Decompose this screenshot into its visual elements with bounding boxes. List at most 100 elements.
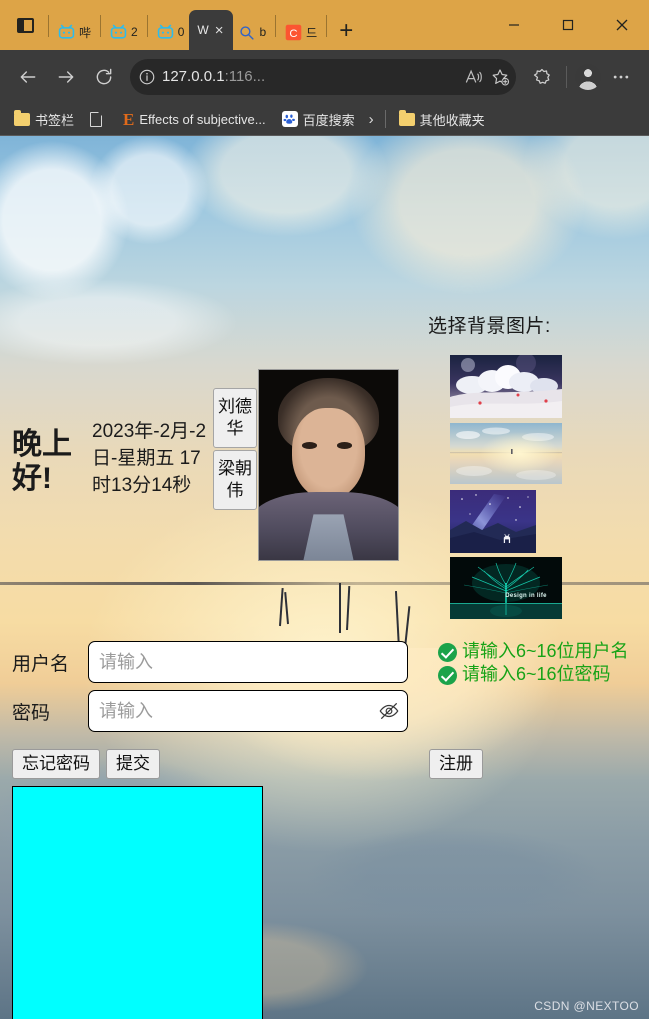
bookmark-other-favorites[interactable]: 其他收藏夹 <box>393 107 491 132</box>
star-button-liudehua[interactable]: 刘德华 <box>213 388 257 449</box>
forgot-password-button[interactable]: 忘记密码 <box>12 749 100 779</box>
back-arrow-icon <box>20 70 36 83</box>
thumbnail-teal-tree[interactable]: Design in life <box>450 557 562 619</box>
close-button[interactable] <box>595 0 649 50</box>
portrait-eye-right <box>336 442 353 449</box>
tab-bilibili-3[interactable]: 0 <box>152 14 190 50</box>
divider <box>146 15 148 37</box>
password-row: 密码 <box>0 690 649 732</box>
add-favorite-icon[interactable] <box>490 67 510 87</box>
submit-button[interactable]: 提交 <box>106 749 160 779</box>
more-icon <box>613 75 629 78</box>
tab-search[interactable]: b <box>233 14 271 50</box>
validation-hints: 请输入6~16位用户名 请输入6~16位密码 <box>438 641 646 687</box>
bookmark-label: 其他收藏夹 <box>419 112 485 128</box>
hint-password-text: 请输入6~16位密码 <box>462 664 611 685</box>
collections-icon <box>533 68 550 84</box>
tab-active-local[interactable]: W × <box>189 10 234 50</box>
login-form: 用户名 密码 <box>0 641 649 779</box>
page-icon <box>90 111 103 127</box>
minimize-button[interactable] <box>487 0 541 50</box>
forward-arrow-icon <box>58 70 74 83</box>
tab-title: b <box>259 25 267 39</box>
new-tab-button[interactable]: + <box>331 16 361 46</box>
page-content: 选择背景图片: Design in life 晚上好! 2023年-2月-2日-… <box>0 136 649 1019</box>
reload-icon <box>96 68 112 84</box>
sidebar-toggle-button[interactable] <box>6 0 44 50</box>
reload-button[interactable] <box>86 59 122 95</box>
csdn-icon: C <box>285 24 302 40</box>
teal-tree-thumb: Design in life <box>450 557 562 619</box>
check-circle-icon <box>438 666 457 686</box>
form-button-row: 忘记密码 提交 注册 <box>0 739 649 779</box>
bookmark-page-untitled[interactable] <box>84 109 113 130</box>
settings-more-button[interactable] <box>603 59 639 95</box>
password-input[interactable] <box>88 690 408 732</box>
watermark-text: CSDN @NEXTOO <box>534 999 639 1013</box>
cyan-canvas-box[interactable] <box>12 786 263 1019</box>
bookmarks-overflow-chevron-icon[interactable]: › <box>365 111 378 128</box>
sidebar-toggle-icon <box>16 17 34 33</box>
bookmark-baidu-search[interactable]: 百度搜索 <box>276 107 361 132</box>
maximize-icon <box>562 19 574 31</box>
hint-username: 请输入6~16位用户名 <box>438 641 646 662</box>
search-icon <box>240 25 255 40</box>
collections-button[interactable] <box>524 59 560 95</box>
username-field-wrap <box>88 641 408 683</box>
tab-title: 드 <box>306 25 318 40</box>
sunset-sea-thumb <box>450 423 562 484</box>
register-button[interactable]: 注册 <box>429 749 483 779</box>
baidu-paw-icon <box>283 113 295 124</box>
star-button-group: 刘德华 梁朝伟 <box>213 388 257 512</box>
back-button[interactable] <box>10 59 46 95</box>
tab-csdn[interactable]: C 드 <box>280 14 322 50</box>
url-text: 127.0.0.1:116... <box>162 68 458 85</box>
folder-icon <box>398 109 415 126</box>
username-input[interactable] <box>88 641 408 683</box>
bookmark-label: 百度搜索 <box>302 112 355 128</box>
star-button-liangchaowei[interactable]: 梁朝伟 <box>213 450 257 511</box>
folder-icon <box>14 109 30 126</box>
thumbnail-sunset-sea[interactable] <box>450 423 562 484</box>
greeting-text: 晚上好! <box>12 428 72 495</box>
bookmark-folder-shuqianlan[interactable]: 书签栏 <box>8 107 80 132</box>
portrait-image <box>258 369 399 561</box>
forward-button[interactable] <box>48 59 84 95</box>
close-icon <box>616 19 628 31</box>
tab-strip: 哔 2 0 W × b C 드 + <box>0 0 361 50</box>
divider <box>275 15 277 37</box>
galaxy-deer-thumb <box>450 490 536 553</box>
thumbnail-snow-clouds[interactable] <box>450 355 562 418</box>
hint-password: 请输入6~16位密码 <box>438 664 646 686</box>
window-controls <box>487 0 649 50</box>
tab-title: W <box>197 23 209 37</box>
read-aloud-icon[interactable] <box>464 67 484 87</box>
tab-bilibili-2[interactable]: 2 <box>105 14 143 50</box>
url-path: :116... <box>224 68 266 85</box>
profile-avatar[interactable] <box>575 63 601 90</box>
bookmarks-bar: 书签栏 E Effects of subjective... 百度搜索 › 其他… <box>0 103 649 136</box>
divider <box>100 15 102 37</box>
check-circle-icon <box>438 643 457 662</box>
hint-username-text: 请输入6~16位用户名 <box>462 641 629 661</box>
tab-bilibili-1[interactable]: 哔 <box>53 14 96 50</box>
divider <box>384 110 386 128</box>
e-icon: E <box>123 109 135 129</box>
baidu-icon <box>281 111 298 127</box>
svg-text:C: C <box>290 27 298 39</box>
username-label: 用户名 <box>12 653 70 675</box>
bookmark-effects-of-subjective[interactable]: E Effects of subjective... <box>117 108 272 131</box>
info-icon[interactable] <box>138 68 156 86</box>
snow-clouds-thumb <box>450 355 562 418</box>
url-host: 127.0.0.1 <box>162 68 225 85</box>
navigation-toolbar: 127.0.0.1:116... <box>0 50 649 103</box>
toggle-password-button[interactable] <box>378 700 400 722</box>
address-bar[interactable]: 127.0.0.1:116... <box>130 58 516 95</box>
thumbnail-galaxy-deer[interactable] <box>450 490 536 553</box>
tab-title: 0 <box>177 25 185 39</box>
tab-title: 2 <box>131 25 138 39</box>
divider <box>566 65 567 88</box>
portrait-eye-left <box>302 442 318 449</box>
tab-close-icon[interactable]: × <box>213 23 226 38</box>
maximize-button[interactable] <box>541 0 595 50</box>
